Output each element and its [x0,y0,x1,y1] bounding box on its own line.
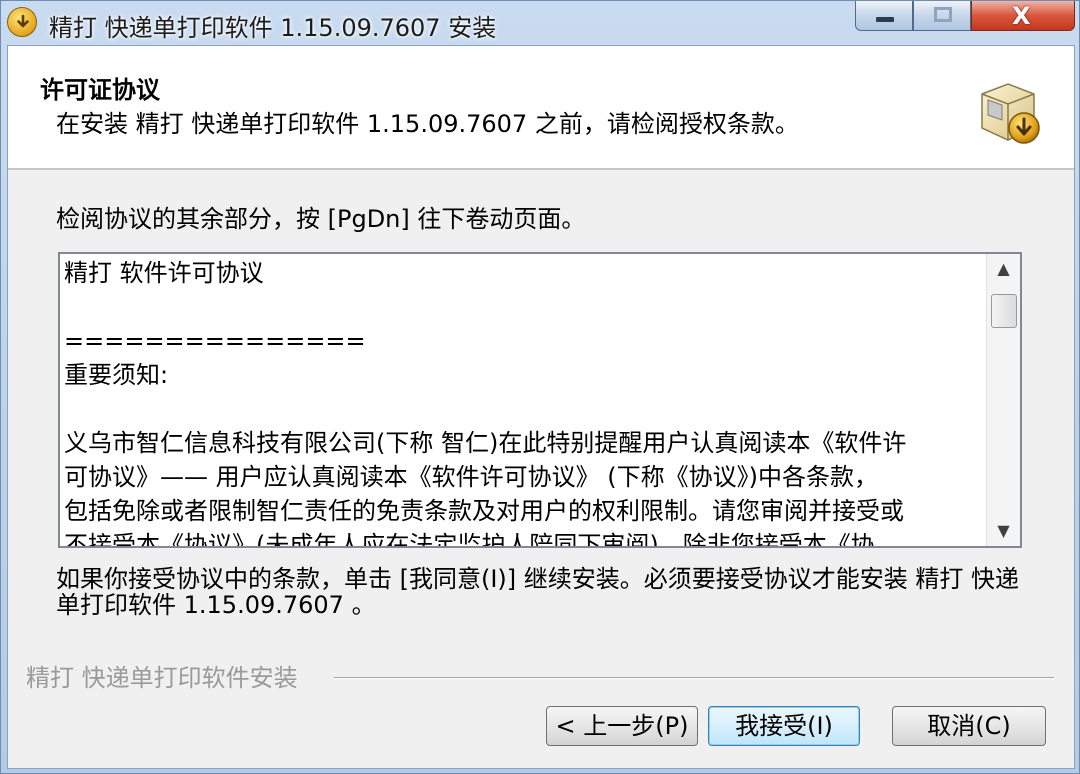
license-line: 包括免除或者限制智仁责任的免责条款及对用户的权利限制。请您审阅并接受或 [64,497,904,525]
installer-box-icon [974,76,1044,148]
license-line: 精打 软件许可协议 [64,259,264,287]
close-icon: X [1012,2,1031,30]
title-bar[interactable]: 精打 快递单打印软件 1.15.09.7607 安装 X [1,1,1079,45]
page-header: 许可证协议 在安装 精打 快递单打印软件 1.15.09.7607 之前，请检阅… [8,46,1074,170]
license-line: 可协议》—— 用户应认真阅读本《软件许可协议》 (下称《协议》)中各条款， [64,463,878,491]
installer-window: 精打 快递单打印软件 1.15.09.7607 安装 X 许可证协议 在安装 精… [0,0,1080,774]
license-line: 义乌市智仁信息科技有限公司(下称 智仁)在此特别提醒用户认真阅读本《软件许 [64,429,907,457]
license-line: =============== [64,327,366,355]
cancel-button[interactable]: 取消(C) [892,706,1046,746]
footer-divider [334,677,1054,679]
dialog-client-area: 许可证协议 在安装 精打 快递单打印软件 1.15.09.7607 之前，请检阅… [7,45,1075,769]
back-button[interactable]: < 上一步(P) [546,706,698,746]
footer-brand-label: 精打 快递单打印软件安装 [26,664,298,692]
license-text: 精打 软件许可协议 =============== 重要须知: 义乌市智仁信息科… [64,256,984,548]
license-textbox[interactable]: 精打 软件许可协议 =============== 重要须知: 义乌市智仁信息科… [58,252,1022,548]
license-line [64,392,984,426]
page-title: 许可证协议 [40,76,160,104]
scroll-down-arrow-icon[interactable]: ▼ [987,516,1020,546]
license-line: 重要须知: [64,361,169,389]
license-line [64,290,984,324]
accept-instruction: 如果你接受协议中的条款，单击 [我同意(I)] 继续安装。必须要接受协议才能安装… [56,565,1020,619]
maximize-button[interactable] [913,1,971,31]
scroll-instruction: 检阅协议的其余部分，按 [PgDn] 往下卷动页面。 [56,205,586,233]
accept-button[interactable]: 我接受(I) [708,706,860,746]
page-subtitle: 在安装 精打 快递单打印软件 1.15.09.7607 之前，请检阅授权条款。 [56,110,799,138]
scroll-up-arrow-icon[interactable]: ▲ [987,254,1020,284]
minimize-button[interactable] [855,1,913,31]
license-line: 不接受本《协议》(未成年人应在法定监护人陪同下审阅)。除非您接受本《协 [64,531,875,548]
maximize-icon [934,7,952,22]
license-scrollbar[interactable]: ▲ ▼ [986,254,1020,546]
close-button[interactable]: X [971,1,1075,31]
scrollbar-thumb[interactable] [991,294,1017,328]
minimize-icon [876,17,894,22]
installer-app-icon [7,7,37,37]
window-title: 精打 快递单打印软件 1.15.09.7607 安装 [49,14,497,42]
